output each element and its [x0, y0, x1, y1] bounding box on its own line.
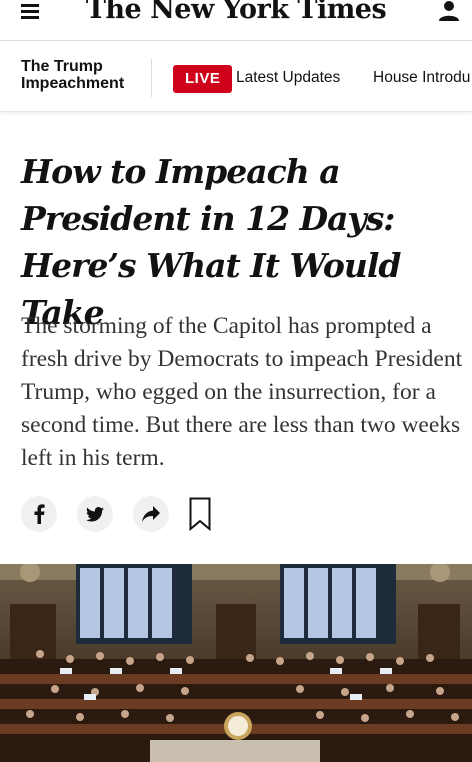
nav-link-house-introduces[interactable]: House Introdu [373, 69, 470, 87]
photo-illustration [0, 564, 472, 762]
facebook-share-button[interactable] [21, 496, 57, 532]
live-badge[interactable]: LIVE [173, 65, 233, 93]
bookmark-icon[interactable] [189, 497, 211, 531]
share-arrow-icon [142, 506, 160, 522]
article-summary: The storming of the Capitol has prompted… [21, 313, 463, 471]
nyt-logo[interactable]: The New York Times [0, 0, 472, 25]
section-nav-bar: The Trump Impeachment LIVE Latest Update… [0, 40, 472, 112]
twitter-icon [86, 506, 104, 522]
twitter-share-button[interactable] [77, 496, 113, 532]
nav-link-latest-updates[interactable]: Latest Updates [236, 69, 340, 87]
section-title-line2: Impeachment [21, 75, 125, 92]
section-title-line1: The Trump [21, 58, 103, 75]
section-title[interactable]: The Trump Impeachment [21, 58, 141, 92]
house-chamber-photo [0, 564, 472, 762]
masthead: The New York Times [0, 0, 472, 40]
share-button[interactable] [133, 496, 169, 532]
account-icon[interactable] [438, 0, 460, 22]
facebook-icon [34, 504, 45, 524]
section-divider [151, 59, 152, 97]
article-headline: How to Impeach a President in 12 Days: H… [21, 152, 401, 332]
